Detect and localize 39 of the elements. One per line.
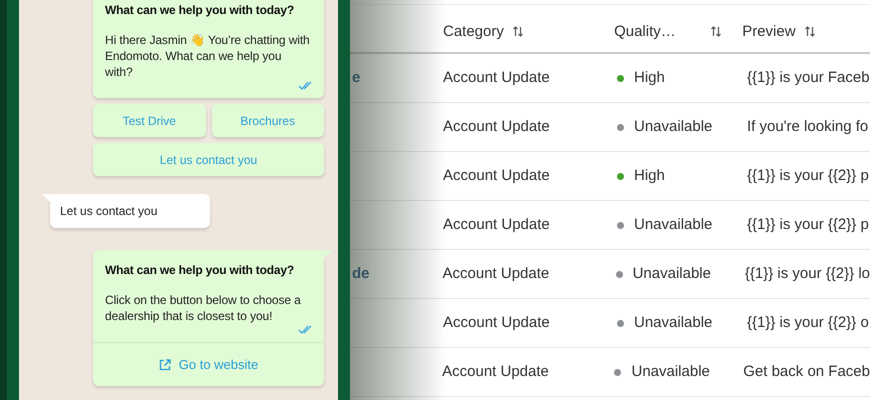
table-cell: {{1}} is your {{2}} p [747,216,869,233]
website-link[interactable]: Go to website [158,354,258,374]
table-cell: Account Update [443,118,550,135]
table-cell-text: Unavailable [634,312,712,333]
table-cell: {{1}} is your {{2}} o [747,314,869,331]
column-header[interactable]: Preview [742,20,796,43]
message-title: What can we help you with today? [105,262,295,278]
table-cell-text: Unavailable [631,362,710,382]
template-name-link[interactable]: e [352,69,360,86]
message-text: Let us contact you [60,203,158,220]
table-cell-text: Unavailable [634,214,712,235]
table-cell: Account Update [442,363,549,380]
table-cell-text: High [634,166,665,186]
table-cell-text: Unavailable [634,116,712,137]
reply-button[interactable]: Test Drive [93,104,206,137]
table-cell: {{1}} is your {{2}} p [747,167,869,184]
table-cell: Account Update [443,216,550,233]
table-cell: Get back on Faceb [743,363,870,380]
reply-button[interactable]: Let us contact you [93,143,324,176]
table-cell-text: Unavailable [632,264,711,284]
table-cell: Account Update [443,314,550,331]
table-cell: {{1}} is your Faceb [747,69,870,86]
table-cell: Account Update [443,69,550,86]
reply-button[interactable]: Brochures [212,104,324,137]
sort-icon[interactable] [710,26,722,38]
table-cell-text: High [634,68,665,88]
message-title: What can we help you with today? [105,2,295,18]
table-cell: Account Update [442,265,550,282]
table-cell: If you're looking fo [747,118,868,135]
external-link-icon [158,358,171,370]
message-text: Click on the button below to choose a dealership that is closest to you! [105,292,302,324]
column-header[interactable]: Quality… [614,20,676,43]
message-text: Hi there Jasmin 👋 You’re chatting with Endomoto. What can we help you with? [105,32,311,80]
template-name-link[interactable]: de [352,265,370,282]
table-cell: {{1}} is your {{2}} lo [744,265,870,282]
sort-icon[interactable] [512,26,524,38]
table-cell: Account Update [443,167,550,184]
sort-icon[interactable] [804,26,816,38]
column-header[interactable]: Category [443,20,504,43]
